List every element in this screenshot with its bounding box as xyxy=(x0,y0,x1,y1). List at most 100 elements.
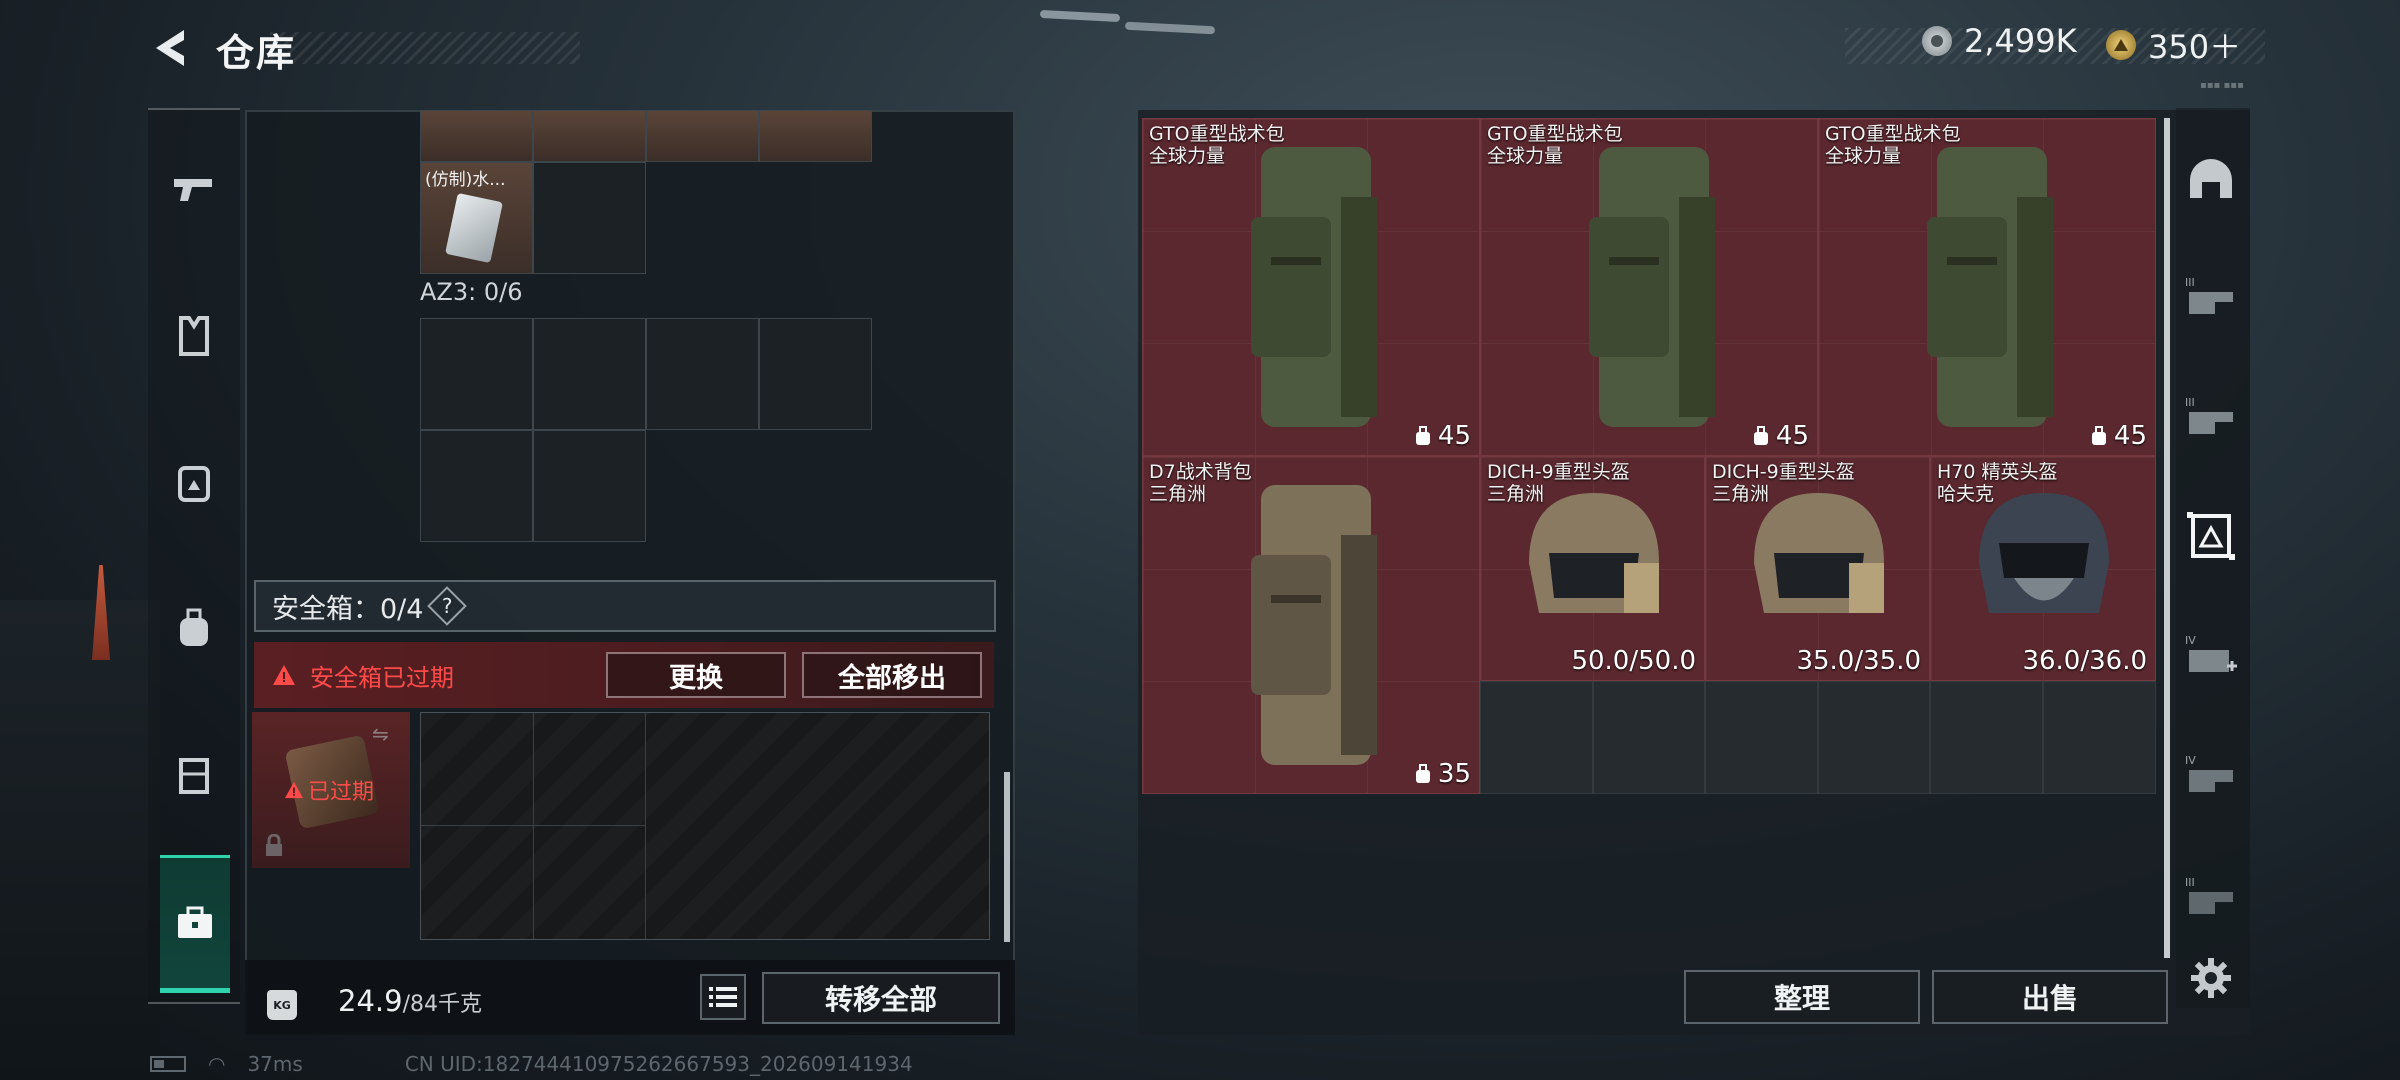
item-label: (仿制)水... xyxy=(425,170,506,190)
stash-item[interactable]: DICH-9重型头盔 三角洲 50.0/50.0 xyxy=(1480,456,1705,681)
list-view-button[interactable] xyxy=(700,974,746,1020)
item-image xyxy=(445,192,503,264)
durability-value: 50.0/50.0 xyxy=(1571,646,1696,676)
helmet-icon[interactable] xyxy=(2183,152,2239,208)
safe-box-grid[interactable] xyxy=(420,712,990,940)
stash-item[interactable]: GTO重型战术包 全球力量 45 xyxy=(1818,118,2156,456)
stash-scrollbar[interactable] xyxy=(2164,118,2170,958)
gear-icon[interactable] xyxy=(2183,950,2239,1006)
backpack-image xyxy=(1251,147,1377,427)
empty-slot[interactable] xyxy=(759,318,872,430)
svg-text:IV: IV xyxy=(2185,634,2196,647)
empty-slot[interactable] xyxy=(420,430,533,542)
warning-icon xyxy=(285,781,303,799)
expired-warning-text: 安全箱已过期 xyxy=(310,663,454,692)
silver-currency[interactable]: 2,499K xyxy=(1922,22,2077,60)
armor-iii-icon[interactable]: III xyxy=(2183,388,2239,444)
item-slot[interactable] xyxy=(759,110,872,162)
vest-icon[interactable] xyxy=(148,296,240,376)
svg-text:III: III xyxy=(2185,276,2195,289)
backpack-select-icon[interactable] xyxy=(2183,508,2239,564)
durability-value: 36.0/36.0 xyxy=(2022,646,2147,676)
lock-icon xyxy=(266,834,282,856)
bag-icon[interactable] xyxy=(148,588,240,668)
capacity-value: 45 xyxy=(1414,421,1471,451)
backpack-image xyxy=(1251,485,1377,765)
sell-button[interactable]: 出售 xyxy=(1932,970,2168,1024)
list-icon xyxy=(709,987,737,1007)
svg-text:III: III xyxy=(2185,876,2195,889)
stash-item[interactable]: GTO重型战术包 全球力量 45 xyxy=(1142,118,1480,456)
briefcase-icon xyxy=(178,906,212,938)
corner-marker: ▪▪▪ ▪▪▪ xyxy=(2200,80,2244,91)
briefcase-tab-active[interactable] xyxy=(160,855,230,993)
wifi-icon: ◠ xyxy=(208,1052,226,1076)
svg-text:III: III xyxy=(2185,396,2195,409)
capacity-value: 45 xyxy=(1752,421,1809,451)
empty-slot[interactable] xyxy=(533,162,646,274)
backpack-icon[interactable] xyxy=(148,442,240,522)
empty-slot[interactable] xyxy=(533,318,646,430)
item-slot[interactable] xyxy=(533,110,646,162)
gold-amount: 350＋ xyxy=(2148,28,2242,66)
safe-box-capacity: 安全箱：0/4 xyxy=(272,593,424,625)
silver-amount: 2,499K xyxy=(1964,22,2077,60)
expired-badge: 已过期 xyxy=(284,774,374,806)
safe-box-slot[interactable]: ⇋ 已过期 xyxy=(252,712,410,868)
page-title: 仓库 xyxy=(216,31,297,75)
helmet-image xyxy=(1754,493,1884,613)
container-scrollbar[interactable] xyxy=(1004,772,1010,942)
gold-currency[interactable]: 350＋ xyxy=(2106,22,2241,68)
move-all-out-button[interactable]: 全部移出 xyxy=(802,652,982,698)
weight-icon: KG xyxy=(262,976,302,1020)
armor-iii-icon[interactable]: III xyxy=(2183,868,2239,924)
chest-rig-icon[interactable] xyxy=(148,734,240,814)
imitation-item-slot[interactable]: (仿制)水... xyxy=(420,162,533,274)
gun-icon[interactable] xyxy=(148,150,240,230)
capacity-value: 45 xyxy=(2090,421,2147,451)
back-arrow-icon[interactable] xyxy=(150,26,190,70)
svg-text:IV: IV xyxy=(2185,754,2196,767)
stash-item[interactable]: DICH-9重型头盔 三角洲 35.0/35.0 xyxy=(1705,456,1930,681)
status-line: ◠ 37ms CN UID:18274441097526266​7593_202… xyxy=(150,1052,913,1076)
empty-stash-slot[interactable] xyxy=(1593,681,1705,794)
empty-stash-slot[interactable] xyxy=(2043,681,2156,794)
silver-coin-icon xyxy=(1922,26,1952,56)
empty-stash-slot[interactable] xyxy=(1480,681,1593,794)
sort-button[interactable]: 整理 xyxy=(1684,970,1920,1024)
transfer-all-button[interactable]: 转移全部 xyxy=(762,972,1000,1024)
capacity-value: 35 xyxy=(1414,759,1471,789)
backpack-image xyxy=(1927,147,2053,427)
helmet-image xyxy=(1529,493,1659,613)
uid-text: CN UID:18274441097526266​7593_2026091419… xyxy=(404,1052,913,1076)
title-decoration xyxy=(270,32,580,64)
safe-box-header: 安全箱：0/4 ? xyxy=(254,580,996,632)
swap-icon[interactable]: ⇋ xyxy=(372,722,389,746)
weight-max: /84千克 xyxy=(402,992,482,1017)
battery-icon xyxy=(150,1056,186,1072)
az3-capacity: AZ3: 0/6 xyxy=(420,278,523,306)
helmet-image xyxy=(1979,493,2109,613)
empty-slot[interactable] xyxy=(533,430,646,542)
carry-weight: 24.9/84千克 xyxy=(338,984,482,1018)
armor-iii-icon[interactable]: III xyxy=(2183,268,2239,324)
warning-icon xyxy=(273,665,295,685)
empty-stash-slot[interactable] xyxy=(1818,681,1930,794)
empty-slot[interactable] xyxy=(420,318,533,430)
empty-stash-slot[interactable] xyxy=(1930,681,2043,794)
empty-slot[interactable] xyxy=(646,318,759,430)
stash-item[interactable]: GTO重型战术包 全球力量 45 xyxy=(1480,118,1818,456)
armor-iv-add-icon[interactable]: IV xyxy=(2183,628,2239,684)
stash-item[interactable]: D7战术背包 三角洲 35 xyxy=(1142,456,1480,794)
backpack-image xyxy=(1589,147,1715,427)
stash-item[interactable]: H70 精英头盔 哈夫克 36.0/36.0 xyxy=(1930,456,2156,681)
help-icon[interactable]: ? xyxy=(427,586,468,626)
gold-coin-icon xyxy=(2106,30,2136,60)
armor-iv-icon[interactable]: IV xyxy=(2183,748,2239,804)
empty-stash-slot[interactable] xyxy=(1705,681,1818,794)
replace-button[interactable]: 更换 xyxy=(606,652,786,698)
item-slot[interactable] xyxy=(420,110,533,162)
item-slot[interactable] xyxy=(646,110,759,162)
weight-current: 24.9 xyxy=(338,984,403,1018)
ping-text: 37ms xyxy=(247,1052,303,1076)
